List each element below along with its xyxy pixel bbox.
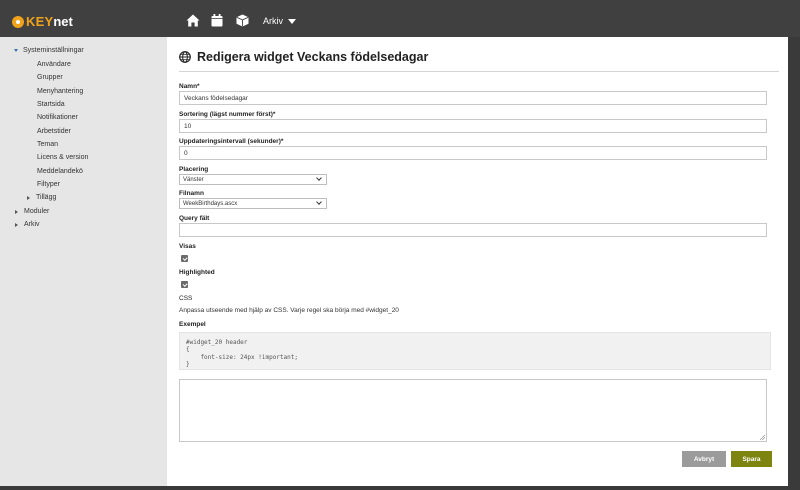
app-logo[interactable]: KEY net bbox=[12, 14, 73, 29]
sidebar-item-arkiv[interactable]: Arkiv bbox=[15, 221, 40, 228]
example-code-block: #widget_20 header { font-size: 24px !imp… bbox=[179, 332, 771, 370]
page-title-text: Redigera widget Veckans födelsedagar bbox=[197, 50, 429, 64]
save-button[interactable]: Spara bbox=[731, 451, 772, 467]
sidebar-item-label: Notifikationer bbox=[37, 114, 78, 121]
sidebar-item-label: Tillägg bbox=[36, 194, 57, 201]
chevron-down-icon bbox=[316, 199, 322, 205]
sidebar-item-label: Meddelandekö bbox=[37, 168, 83, 175]
placement-select-value: Vänster bbox=[183, 176, 204, 183]
archive-menu-label: Arkiv bbox=[263, 16, 283, 26]
sidebar: Systeminställningar Användare Grupper Me… bbox=[0, 37, 167, 490]
top-nav: Arkiv bbox=[186, 14, 296, 28]
sidebar-item-menyhantering[interactable]: Menyhantering bbox=[37, 88, 83, 95]
name-label: Namn* bbox=[179, 83, 200, 90]
window-border-bottom bbox=[0, 486, 800, 490]
sidebar-item-label: Teman bbox=[37, 141, 59, 148]
query-input[interactable] bbox=[179, 223, 767, 237]
logo-key-text: KEY bbox=[26, 14, 54, 29]
sidebar-item-notifikationer[interactable]: Notifikationer bbox=[37, 114, 78, 121]
caret-down-icon bbox=[288, 18, 296, 24]
sidebar-item-licens[interactable]: Licens & version bbox=[37, 154, 88, 161]
filename-select-value: WeekBirthdays.ascx bbox=[183, 200, 238, 207]
sidebar-item-label: Systeminställningar bbox=[23, 47, 84, 54]
sidebar-item-label: Arkiv bbox=[24, 221, 40, 228]
logo-icon bbox=[12, 15, 24, 28]
chevron-down-icon bbox=[316, 175, 322, 181]
visible-checkbox[interactable] bbox=[181, 255, 188, 262]
sidebar-item-label: Menyhantering bbox=[37, 88, 84, 95]
sidebar-item-arbetstider[interactable]: Arbetstider bbox=[37, 128, 71, 135]
sort-label: Sortering (lägst nummer först)* bbox=[179, 111, 276, 118]
css-label: CSS bbox=[179, 295, 193, 302]
title-divider bbox=[179, 71, 779, 72]
main-panel: Redigera widget Veckans födelsedagar Nam… bbox=[167, 37, 788, 486]
placement-select[interactable]: Vänster bbox=[179, 174, 327, 185]
sidebar-item-moduler[interactable]: Moduler bbox=[15, 208, 49, 215]
resize-grip-icon[interactable] bbox=[760, 435, 765, 440]
name-input[interactable]: Veckans födelsedagar bbox=[179, 91, 767, 105]
calendar-icon[interactable] bbox=[211, 14, 225, 28]
sidebar-item-label: Startsida bbox=[37, 101, 65, 108]
sidebar-item-label: Användare bbox=[37, 61, 71, 68]
placement-label: Placering bbox=[179, 166, 209, 173]
sidebar-item-label: Moduler bbox=[24, 208, 50, 215]
highlighted-checkbox[interactable] bbox=[181, 281, 188, 288]
interval-input[interactable]: 0 bbox=[179, 146, 767, 160]
highlighted-label: Highlighted bbox=[179, 269, 215, 276]
sidebar-item-tillagg[interactable]: Tillägg bbox=[27, 194, 56, 201]
sidebar-item-label: Licens & version bbox=[37, 154, 89, 161]
css-textarea[interactable] bbox=[179, 379, 767, 442]
sidebar-item-systeminstallningar[interactable]: Systeminställningar bbox=[14, 47, 84, 54]
globe-icon bbox=[179, 51, 191, 63]
sidebar-item-anvandare[interactable]: Användare bbox=[37, 61, 71, 68]
filename-label: Filnamn bbox=[179, 190, 204, 197]
sidebar-item-filtyper[interactable]: Filtyper bbox=[37, 181, 60, 188]
interval-label: Uppdateringsintervall (sekunder)* bbox=[179, 138, 284, 145]
filename-select[interactable]: WeekBirthdays.ascx bbox=[179, 198, 327, 209]
css-help-text: Anpassa utseende med hjälp av CSS. Varje… bbox=[179, 307, 399, 314]
query-label: Query fält bbox=[179, 215, 210, 222]
cancel-button[interactable]: Avbryt bbox=[682, 451, 726, 467]
sort-input[interactable]: 10 bbox=[179, 119, 767, 133]
collapsed-triangle-icon bbox=[27, 195, 30, 200]
window-border-right bbox=[788, 37, 800, 490]
sidebar-item-grupper[interactable]: Grupper bbox=[37, 74, 63, 81]
page-title: Redigera widget Veckans födelsedagar bbox=[179, 50, 428, 64]
sidebar-item-meddelandeko[interactable]: Meddelandekö bbox=[37, 168, 83, 175]
visible-label: Visas bbox=[179, 243, 196, 250]
example-label: Exempel bbox=[179, 321, 206, 328]
sidebar-item-label: Grupper bbox=[37, 74, 63, 81]
sidebar-item-startsida[interactable]: Startsida bbox=[37, 101, 65, 108]
sidebar-item-label: Filtyper bbox=[37, 181, 60, 188]
collapsed-triangle-icon bbox=[15, 222, 18, 227]
archive-menu[interactable]: Arkiv bbox=[263, 16, 296, 26]
sidebar-item-label: Arbetstider bbox=[37, 128, 71, 135]
home-icon[interactable] bbox=[186, 14, 200, 28]
sidebar-item-teman[interactable]: Teman bbox=[37, 141, 58, 148]
logo-net-text: net bbox=[53, 14, 73, 29]
collapsed-triangle-icon bbox=[15, 209, 18, 214]
cube-icon[interactable] bbox=[236, 14, 250, 28]
expanded-triangle-icon bbox=[14, 49, 18, 52]
top-bar: KEY net Arkiv bbox=[0, 0, 800, 37]
